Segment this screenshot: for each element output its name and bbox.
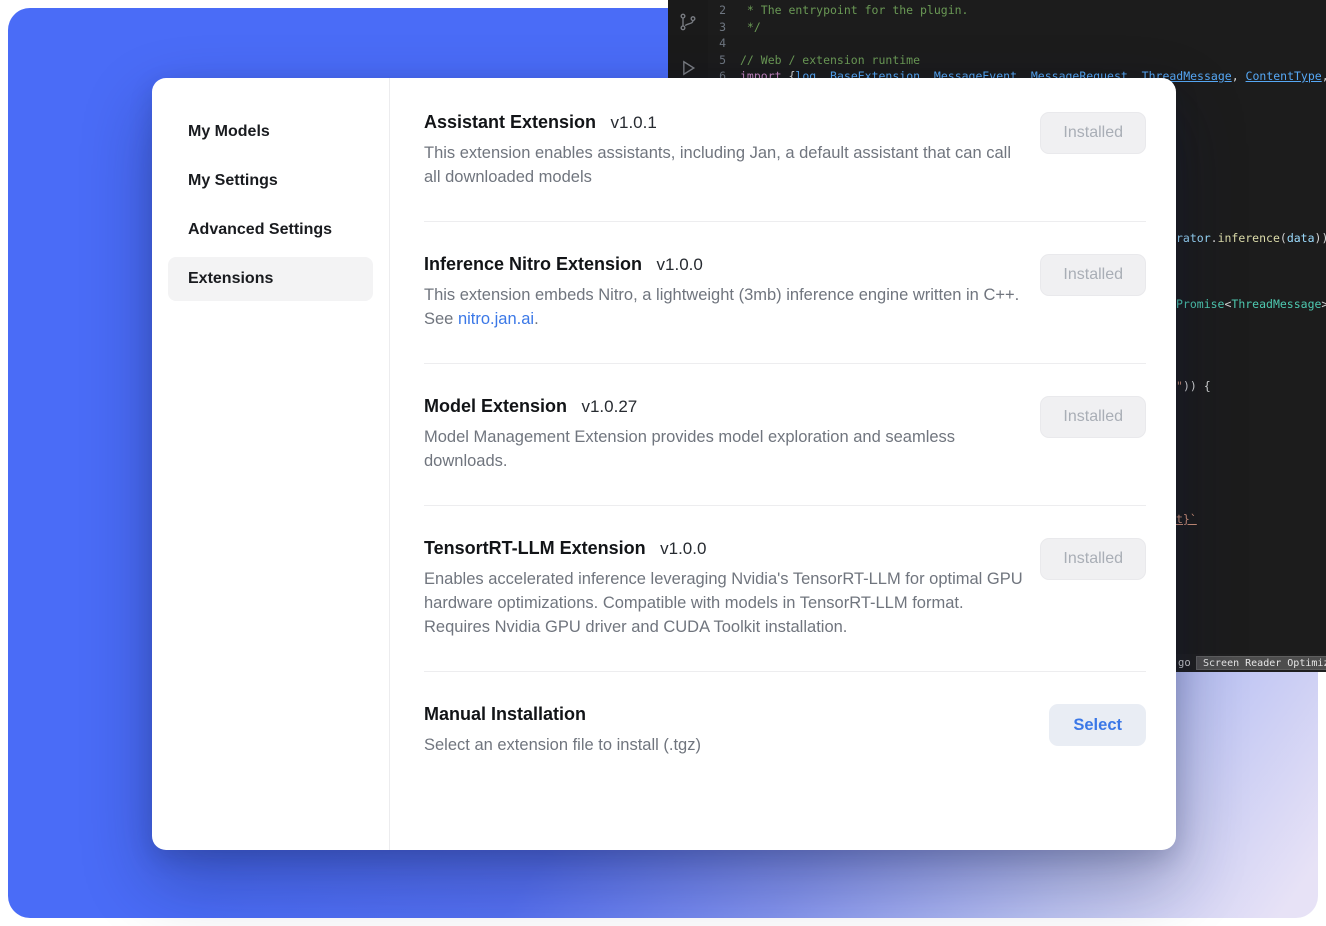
sidebar-item-my-models[interactable]: My Models xyxy=(168,110,373,154)
extension-version: v1.0.0 xyxy=(660,539,706,558)
manual-installation-title: Manual Installation xyxy=(424,704,586,724)
line-number: 5 xyxy=(668,52,740,69)
extension-heading: Assistant Extension v1.0.1 xyxy=(424,112,1024,133)
extension-title: Inference Nitro Extension xyxy=(424,254,642,274)
code-fragment: Promise<ThreadMessage> xyxy=(1176,296,1326,312)
description-text: . xyxy=(534,310,539,328)
line-number: 3 xyxy=(668,19,740,36)
status-language-indicator[interactable]: go xyxy=(1178,657,1191,669)
extension-info: Manual Installation Select an extension … xyxy=(424,704,701,757)
extension-description: Enables accelerated inference leveraging… xyxy=(424,567,1024,639)
extension-title: Assistant Extension xyxy=(424,112,596,132)
code-line: 4 xyxy=(668,35,1326,52)
code-fragment: rator.inference(data)); xyxy=(1176,230,1326,246)
extension-title: TensortRT-LLM Extension xyxy=(424,538,646,558)
extension-description: Model Management Extension provides mode… xyxy=(424,425,1024,473)
extension-version: v1.0.27 xyxy=(581,397,637,416)
installed-button[interactable]: Installed xyxy=(1040,112,1146,154)
extension-row-tensorrt-llm: TensortRT-LLM Extension v1.0.0 Enables a… xyxy=(424,506,1146,672)
extension-row-model: Model Extension v1.0.27 Model Management… xyxy=(424,364,1146,506)
screenshot-stage: 2 * The entrypoint for the plugin. 3 */ … xyxy=(0,0,1326,926)
settings-sidebar: My Models My Settings Advanced Settings … xyxy=(152,78,390,850)
manual-installation-row: Manual Installation Select an extension … xyxy=(424,672,1146,789)
screen-reader-optimized-badge[interactable]: Screen Reader Optimized xyxy=(1196,656,1326,670)
installed-button[interactable]: Installed xyxy=(1040,396,1146,438)
extension-info: Inference Nitro Extension v1.0.0 This ex… xyxy=(424,254,1024,331)
code-fragment: ")) { xyxy=(1176,378,1211,394)
line-number: 4 xyxy=(668,35,740,52)
extensions-panel: Assistant Extension v1.0.1 This extensio… xyxy=(390,78,1176,850)
manual-installation-description: Select an extension file to install (.tg… xyxy=(424,733,701,757)
code-text: * The entrypoint for the plugin. xyxy=(740,2,968,19)
extension-heading: Manual Installation xyxy=(424,704,701,725)
code-line: 2 * The entrypoint for the plugin. xyxy=(668,2,1326,19)
nitro-jan-ai-link[interactable]: nitro.jan.ai xyxy=(458,310,534,328)
extension-info: TensortRT-LLM Extension v1.0.0 Enables a… xyxy=(424,538,1024,639)
sidebar-item-extensions[interactable]: Extensions xyxy=(168,257,373,301)
extension-version: v1.0.0 xyxy=(657,255,703,274)
extension-description: This extension embeds Nitro, a lightweig… xyxy=(424,283,1024,331)
installed-button[interactable]: Installed xyxy=(1040,254,1146,296)
code-text: */ xyxy=(740,19,761,36)
extension-row-inference-nitro: Inference Nitro Extension v1.0.0 This ex… xyxy=(424,222,1146,364)
code-fragment: t}` xyxy=(1176,511,1197,527)
sidebar-item-advanced-settings[interactable]: Advanced Settings xyxy=(168,208,373,252)
code-line: 3 */ xyxy=(668,19,1326,36)
extension-info: Assistant Extension v1.0.1 This extensio… xyxy=(424,112,1024,189)
extension-heading: Model Extension v1.0.27 xyxy=(424,396,1024,417)
editor-code-area: 2 * The entrypoint for the plugin. 3 */ … xyxy=(668,2,1326,85)
line-number: 2 xyxy=(668,2,740,19)
settings-modal: My Models My Settings Advanced Settings … xyxy=(152,78,1176,850)
extension-version: v1.0.1 xyxy=(611,113,657,132)
code-text: // Web / extension runtime xyxy=(740,52,920,69)
sidebar-item-my-settings[interactable]: My Settings xyxy=(168,159,373,203)
installed-button[interactable]: Installed xyxy=(1040,538,1146,580)
extension-heading: Inference Nitro Extension v1.0.0 xyxy=(424,254,1024,275)
extension-row-assistant: Assistant Extension v1.0.1 This extensio… xyxy=(424,78,1146,222)
select-file-button[interactable]: Select xyxy=(1049,704,1146,746)
extension-title: Model Extension xyxy=(424,396,567,416)
extension-heading: TensortRT-LLM Extension v1.0.0 xyxy=(424,538,1024,559)
extension-description: This extension enables assistants, inclu… xyxy=(424,141,1024,189)
extension-info: Model Extension v1.0.27 Model Management… xyxy=(424,396,1024,473)
code-line: 5 // Web / extension runtime xyxy=(668,52,1326,69)
